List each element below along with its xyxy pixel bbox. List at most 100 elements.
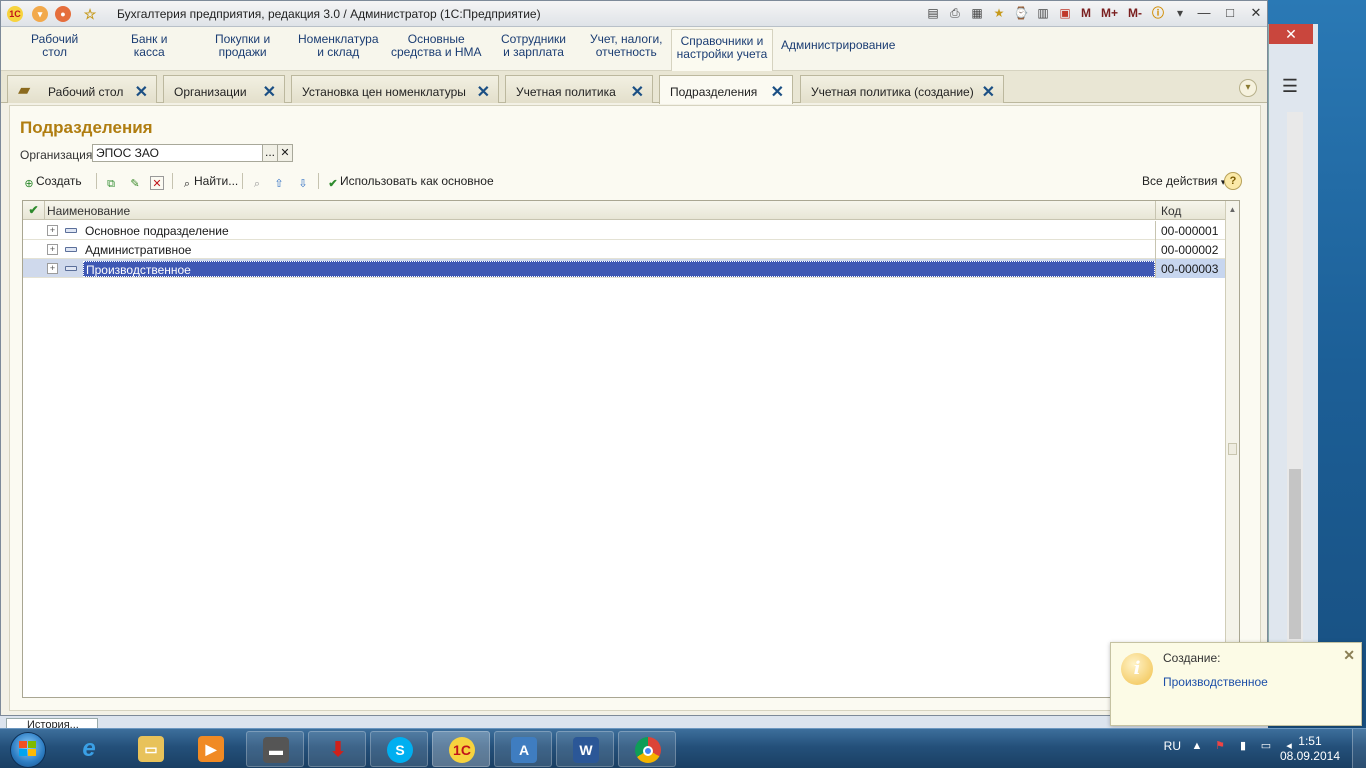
tab-desktop[interactable]: ▰ Рабочий стол ✕ [7,75,157,103]
close-button[interactable]: ✕ [1245,4,1267,22]
taskbar-download[interactable]: ⬇ [308,731,366,767]
item-icon [65,266,77,271]
memory-m-button[interactable]: M [1078,6,1094,20]
section-fixed-assets[interactable]: Основные средства и НМА [391,33,482,59]
organization-clear-button[interactable]: ✕ [277,144,293,162]
edit-button[interactable]: ✎ [128,172,142,190]
close-icon[interactable]: ✕ [771,82,784,102]
flag-icon[interactable]: ⚑ [1213,739,1227,753]
taskbar-explorer[interactable]: ▭ [122,731,180,767]
app-menu-icon[interactable]: ● [55,6,71,22]
taskbar-app[interactable]: ▬ [246,731,304,767]
section-administration[interactable]: Администрирование [781,39,895,52]
check-icon: ✔ [328,178,338,190]
table-row[interactable]: + Основное подразделение 00-000001 [23,221,1237,240]
calendar-icon[interactable]: ▣ [1056,4,1074,22]
checkmark-icon[interactable]: ✔ [23,201,45,220]
taskbar-publisher[interactable]: A [494,731,552,767]
save-icon[interactable]: ▤ [924,4,942,22]
expand-icon[interactable]: + [47,225,58,236]
app-logo-icon[interactable]: 1С [7,6,23,22]
memory-minus-button[interactable]: M- [1125,6,1145,20]
ie-icon: e [82,735,96,762]
close-icon[interactable]: ✕ [982,82,995,102]
favorites-star-icon[interactable]: ☆ [82,6,98,22]
show-desktop-button[interactable] [1352,729,1366,768]
taskbar-ie[interactable]: e [60,731,118,767]
search-icon: ⌕ [183,178,191,190]
section-employees[interactable]: Сотрудники и зарплата [501,33,566,59]
background-window-scroll-thumb[interactable] [1289,469,1301,639]
window-title: Бухгалтерия предприятия, редакция 3.0 / … [117,7,541,21]
tab-organizations[interactable]: Организации ✕ [163,75,285,103]
close-icon[interactable]: ✕ [263,82,276,102]
section-nomenclature[interactable]: Номенклатура и склад [298,33,379,59]
clock[interactable]: 1:51 08.09.2014 [1280,734,1340,764]
find-button[interactable]: ⌕ Найти... [180,172,238,190]
delete-button[interactable]: ✕ [150,172,164,190]
film-icon: ▬ [263,737,289,763]
table-scrollbar[interactable]: ▲ [1225,201,1239,697]
tab-accounting-policy-create[interactable]: Учетная политика (создание) ✕ [800,75,1004,103]
move-up-button[interactable]: ⇧ [272,172,286,190]
close-icon[interactable]: ✕ [477,82,490,102]
copy-icon: ⧉ [107,178,115,190]
add-favorite-icon[interactable]: ★ [990,4,1008,22]
taskbar-chrome[interactable] [618,731,676,767]
close-icon[interactable]: ✕ [631,82,644,102]
organization-field[interactable]: ЭПОС ЗАО [92,144,264,162]
move-down-button[interactable]: ⇩ [296,172,310,190]
notification-link[interactable]: Производственное [1163,675,1268,689]
all-actions-button[interactable]: Все действия ▾ [1142,172,1225,190]
section-purchases[interactable]: Покупки и продажи [215,33,270,59]
cancel-search-button[interactable]: ⌕ [250,172,264,190]
table-row-selected[interactable]: + Производственное 00-000003 [23,259,1237,278]
main-window: 1С ▾ ● ☆ Бухгалтерия предприятия, редакц… [0,0,1268,716]
toolbar-separator [172,173,173,189]
background-window-close-button[interactable]: ✕ [1269,24,1313,44]
expand-icon[interactable]: + [47,244,58,255]
taskbar-1c[interactable]: 1С [432,731,490,767]
device-icon[interactable]: ▮ [1236,739,1250,753]
organization-label: Организация: [20,148,96,162]
close-icon[interactable]: ✕ [135,82,148,102]
language-indicator[interactable]: RU [1164,739,1181,753]
scroll-marker[interactable] [1228,443,1237,455]
section-references[interactable]: Справочники и настройки учета [671,29,773,71]
section-bank[interactable]: Банк и касса [131,33,167,59]
memory-plus-button[interactable]: M+ [1098,6,1121,20]
history-icon[interactable]: ⌚ [1012,4,1030,22]
maximize-button[interactable]: □ [1219,4,1241,22]
calculator-icon[interactable]: ▥ [1034,4,1052,22]
tab-accounting-policy[interactable]: Учетная политика ✕ [505,75,653,103]
dropdown-icon[interactable]: ▾ [1171,4,1189,22]
taskbar-media-player[interactable]: ▶ [182,731,240,767]
main-menu-icon[interactable]: ▾ [32,6,48,22]
tabs-more-icon[interactable]: ▾ [1239,79,1257,97]
help-icon[interactable]: ? [1224,172,1242,190]
column-header-name[interactable]: Наименование [47,204,130,218]
section-taxes[interactable]: Учет, налоги, отчетность [590,33,663,59]
taskbar-word[interactable]: W [556,731,614,767]
row-name: Административное [85,243,192,257]
print-icon[interactable]: ⎙ [946,4,964,22]
scroll-up-icon[interactable]: ▲ [1226,201,1239,219]
create-button[interactable]: ⊕ Создать [22,172,81,190]
start-button[interactable] [4,730,52,768]
expand-icon[interactable]: + [47,263,58,274]
section-desktop[interactable]: Рабочий стол [31,33,78,59]
tray-expand-icon[interactable]: ▲ [1190,739,1204,753]
close-icon[interactable]: ✕ [1343,647,1355,664]
tab-departments[interactable]: Подразделения ✕ [659,75,793,104]
minimize-button[interactable]: — [1193,4,1215,22]
tab-price-setting[interactable]: Установка цен номенклатуры ✕ [291,75,499,103]
preview-icon[interactable]: ▦ [968,4,986,22]
copy-button[interactable]: ⧉ [104,172,118,190]
menu-icon[interactable]: ☰ [1277,76,1303,100]
network-icon[interactable]: ▭ [1259,739,1273,753]
taskbar-skype[interactable]: S [370,731,428,767]
organization-select-button[interactable]: ... [262,144,278,162]
info-icon[interactable]: ⓘ [1149,4,1167,22]
table-row[interactable]: + Административное 00-000002 [23,240,1237,259]
use-as-main-button[interactable]: ✔ Использовать как основное [326,172,493,190]
